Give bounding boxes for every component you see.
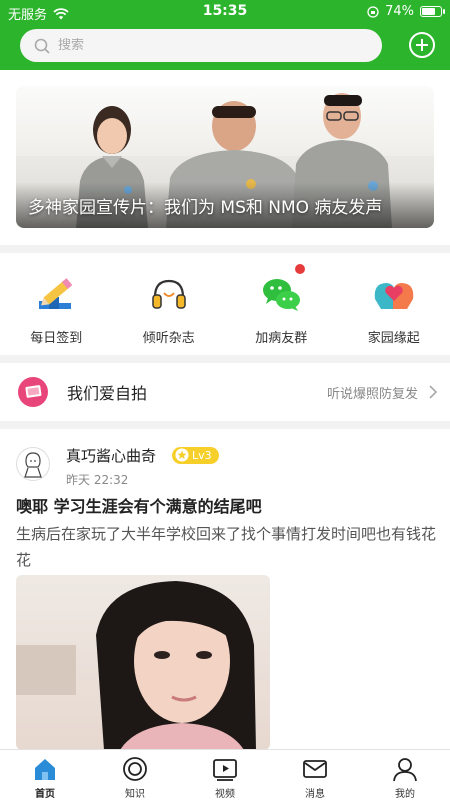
search-bar[interactable] <box>20 29 382 62</box>
feed-post[interactable]: 真巧酱心曲奇 Lv3 昨天 22:32 噢耶 学习生涯会有个满意的结尾吧 生病后… <box>0 429 450 749</box>
headphones-icon <box>146 271 192 317</box>
tab-home[interactable]: 首页 <box>0 750 90 800</box>
post-time: 昨天 22:32 <box>66 473 129 487</box>
tab-label: 消息 <box>305 789 325 800</box>
level-badge: Lv3 <box>172 447 219 464</box>
battery-fill <box>422 8 435 15</box>
promo-banner[interactable]: 多神家园宣传片：我们为 MS和 NMO 病友发声 <box>16 86 434 228</box>
tab-label: 知识 <box>125 789 145 800</box>
search-input[interactable] <box>58 38 338 53</box>
topic-title: 我们爱自拍 <box>67 384 148 403</box>
tab-label: 首页 <box>35 789 55 800</box>
topic-subtitle: 听说爆照防复发 <box>326 386 418 402</box>
home-icon <box>35 759 55 780</box>
person-icon <box>393 758 417 782</box>
tab-label: 视频 <box>215 789 235 800</box>
chevron-right-icon <box>429 385 438 399</box>
avatar[interactable] <box>16 447 50 481</box>
status-bar: 无服务 15:35 74% <box>0 0 450 24</box>
quick-nav-label: 家园缘起 <box>367 331 420 346</box>
top-header: 无服务 15:35 74% <box>0 0 450 70</box>
tab-label: 我的 <box>395 789 415 800</box>
post-image[interactable] <box>16 575 270 749</box>
quick-nav-label: 每日签到 <box>30 331 83 346</box>
notification-dot <box>295 264 305 274</box>
bottom-tab-bar: 首页 知识 视频 消息 我的 <box>0 749 450 800</box>
pencil-checkin-icon <box>33 271 79 317</box>
orientation-lock-icon <box>367 5 379 18</box>
star-icon <box>175 448 189 462</box>
quick-nav-origin[interactable]: 家园缘起 <box>338 253 450 355</box>
quick-nav-label: 加病友群 <box>255 331 308 346</box>
quick-nav-join-group[interactable]: 加病友群 <box>225 253 338 355</box>
add-button[interactable] <box>408 31 436 59</box>
level-text: Lv3 <box>192 449 212 462</box>
quick-nav-magazine[interactable]: 倾听杂志 <box>113 253 226 355</box>
selfie-photo <box>16 581 256 749</box>
battery-percent: 74% <box>385 4 414 19</box>
post-author[interactable]: 真巧酱心曲奇 <box>66 445 156 466</box>
topic-row-selfie[interactable]: 我们爱自拍 听说爆照防复发 <box>0 363 450 421</box>
video-icon <box>213 759 237 781</box>
search-icon <box>34 38 50 54</box>
quick-nav-checkin[interactable]: 每日签到 <box>0 253 113 355</box>
banner-section: 多神家园宣传片：我们为 MS和 NMO 病友发声 <box>0 70 450 245</box>
post-title: 噢耶 学习生涯会有个满意的结尾吧 <box>16 497 262 516</box>
circle-icon <box>123 757 147 781</box>
quick-nav: 每日签到 倾听杂志 加病友群 家园缘起 <box>0 253 450 355</box>
chat-bubbles-icon <box>258 271 304 317</box>
mail-icon <box>303 760 327 778</box>
tab-knowledge[interactable]: 知识 <box>90 750 180 800</box>
banner-caption: 多神家园宣传片：我们为 MS和 NMO 病友发声 <box>28 198 383 218</box>
photo-icon <box>18 377 48 407</box>
tab-video[interactable]: 视频 <box>180 750 270 800</box>
post-body: 生病后在家玩了大半年学校回来了找个事情打发时间吧也有钱花花 <box>16 525 437 569</box>
hearts-heads-icon <box>371 271 417 317</box>
quick-nav-label: 倾听杂志 <box>142 331 195 346</box>
status-right: 74% <box>367 4 445 19</box>
tab-profile[interactable]: 我的 <box>360 750 450 800</box>
battery-icon <box>420 6 445 17</box>
tab-messages[interactable]: 消息 <box>270 750 360 800</box>
